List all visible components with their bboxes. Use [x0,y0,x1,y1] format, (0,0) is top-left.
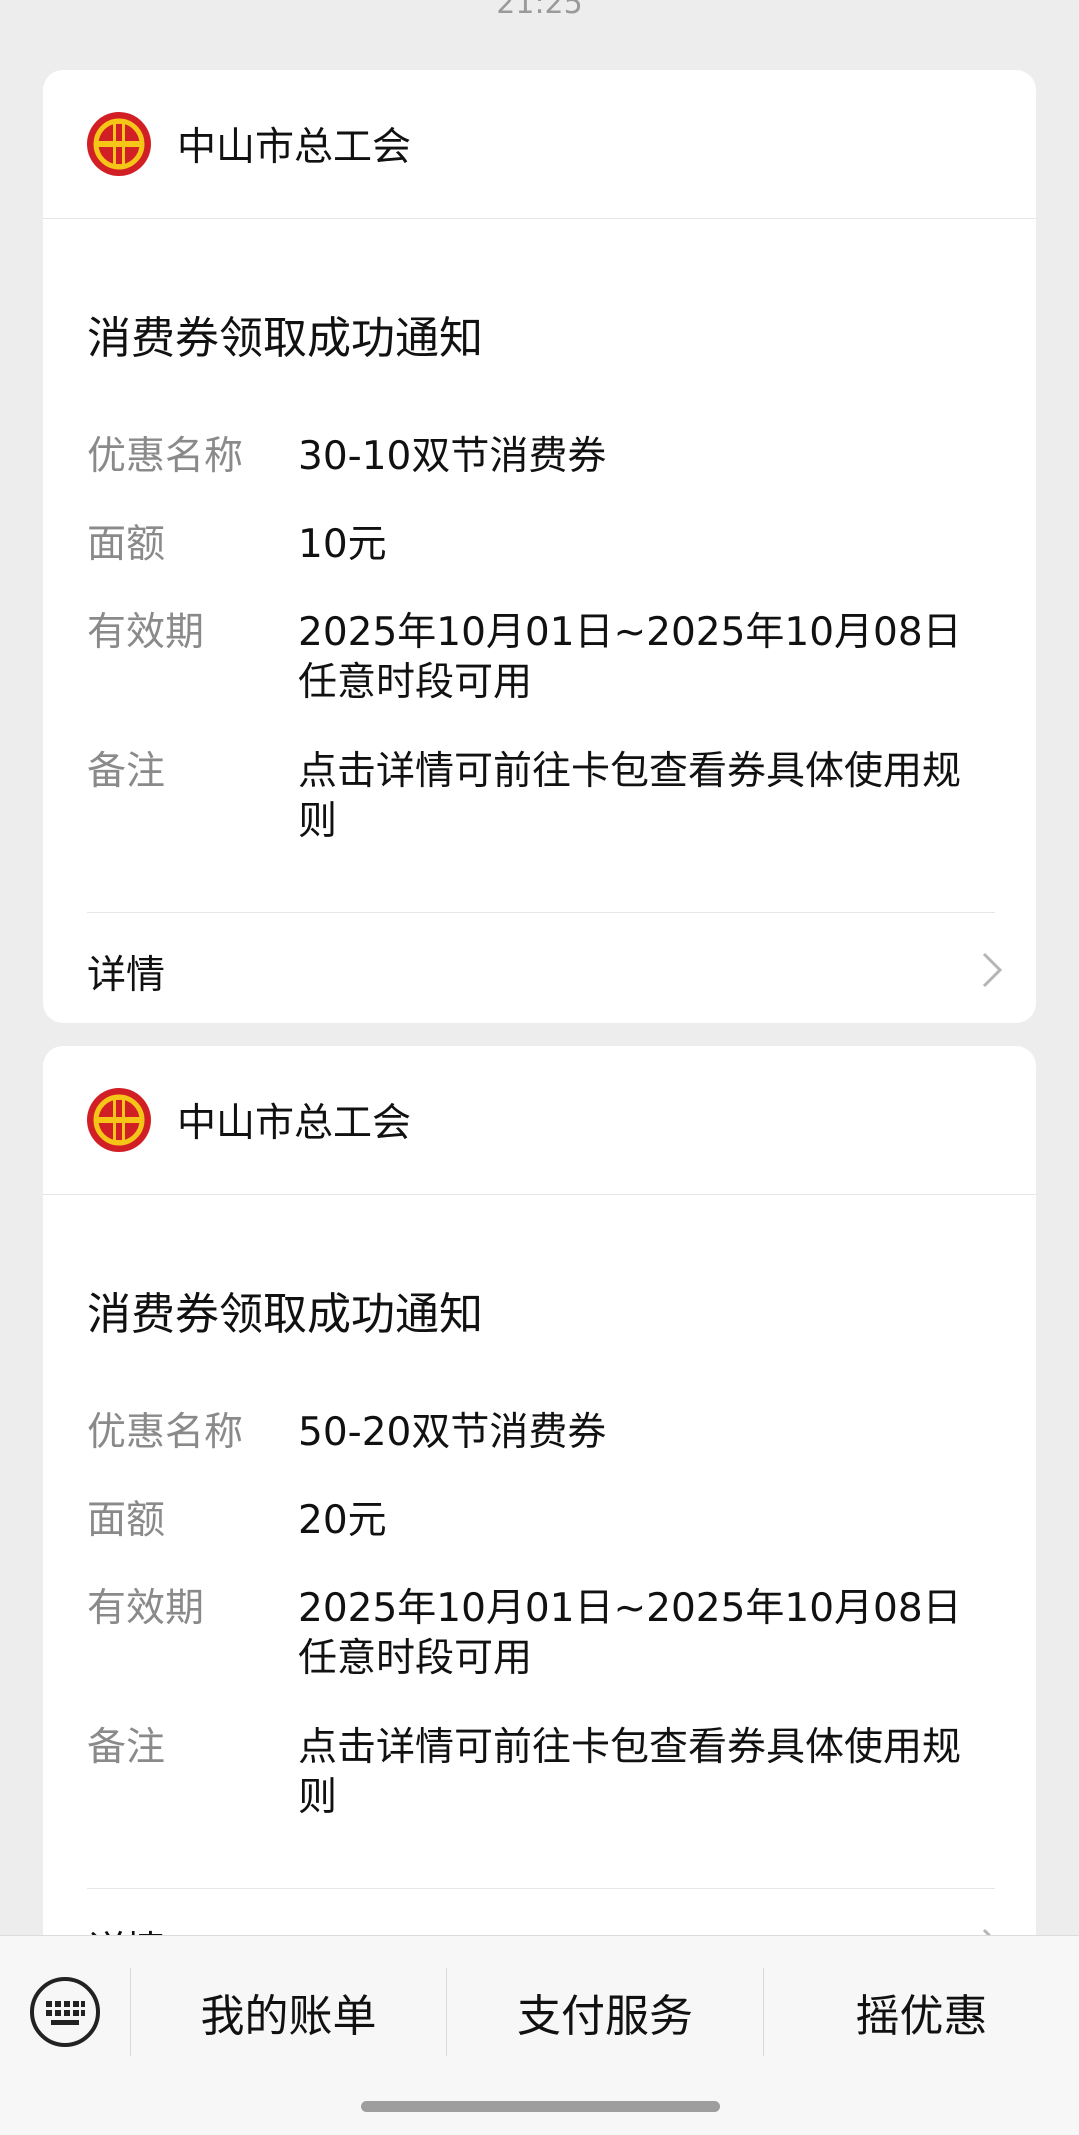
notice-title: 消费券领取成功通知 [87,313,483,364]
home-indicator[interactable] [361,2101,720,2112]
field-row: 备注 点击详情可前往卡包查看券具体使用规则 [87,747,1007,847]
field-row: 优惠名称 30-10双节消费券 [87,432,1007,482]
field-label: 备注 [87,749,166,794]
chevron-right-icon[interactable] [976,948,1006,992]
sender-name: 中山市总工会 [177,1101,412,1146]
field-label: 有效期 [87,610,205,655]
field-row: 面额 20元 [87,1496,1007,1546]
field-value: 20元 [298,1498,387,1543]
field-value: 10元 [298,522,387,567]
card-header[interactable]: 中山市总工会 [43,1046,1036,1195]
field-row: 面额 10元 [87,520,1007,570]
field-label: 面额 [87,1498,166,1543]
detail-link[interactable]: 详情 [87,944,165,1000]
field-label: 面额 [87,522,166,567]
field-value: 点击详情可前往卡包查看券具体使用规则 [298,1725,962,1820]
field-row: 有效期 2025年10月01日~2025年10月08日任意时段可用 [87,608,1007,708]
field-row: 备注 点击详情可前往卡包查看券具体使用规则 [87,1723,1007,1823]
field-label: 备注 [87,1725,166,1770]
field-value: 50-20双节消费券 [298,1410,607,1455]
field-value: 2025年10月01日~2025年10月08日任意时段可用 [298,610,962,705]
status-time: 21:25 [496,0,583,21]
field-value: 30-10双节消费券 [298,434,607,479]
field-label: 有效期 [87,1586,205,1631]
divider [87,912,995,913]
card-header[interactable]: 中山市总工会 [43,70,1036,219]
menu-my-bills[interactable]: 我的账单 [131,1976,446,2048]
keyboard-icon[interactable] [29,1976,101,2048]
menu-shake-offers[interactable]: 摇优惠 [764,1976,1079,2048]
union-logo-icon [87,1088,151,1152]
union-logo-icon [87,112,151,176]
field-row: 有效期 2025年10月01日~2025年10月08日任意时段可用 [87,1584,1007,1684]
sender-name: 中山市总工会 [177,125,412,170]
field-value: 2025年10月01日~2025年10月08日任意时段可用 [298,1586,962,1681]
message-card: 中山市总工会 消费券领取成功通知 优惠名称 30-10双节消费券 面额 10元 … [43,70,1036,1023]
field-label: 优惠名称 [87,434,244,479]
message-card: 中山市总工会 消费券领取成功通知 优惠名称 50-20双节消费券 面额 20元 … [43,1046,1036,1996]
divider [87,1888,995,1889]
notice-title: 消费券领取成功通知 [87,1289,483,1340]
field-label: 优惠名称 [87,1410,244,1455]
menu-payment-service[interactable]: 支付服务 [447,1976,763,2048]
field-row: 优惠名称 50-20双节消费券 [87,1408,1007,1458]
field-value: 点击详情可前往卡包查看券具体使用规则 [298,749,962,844]
